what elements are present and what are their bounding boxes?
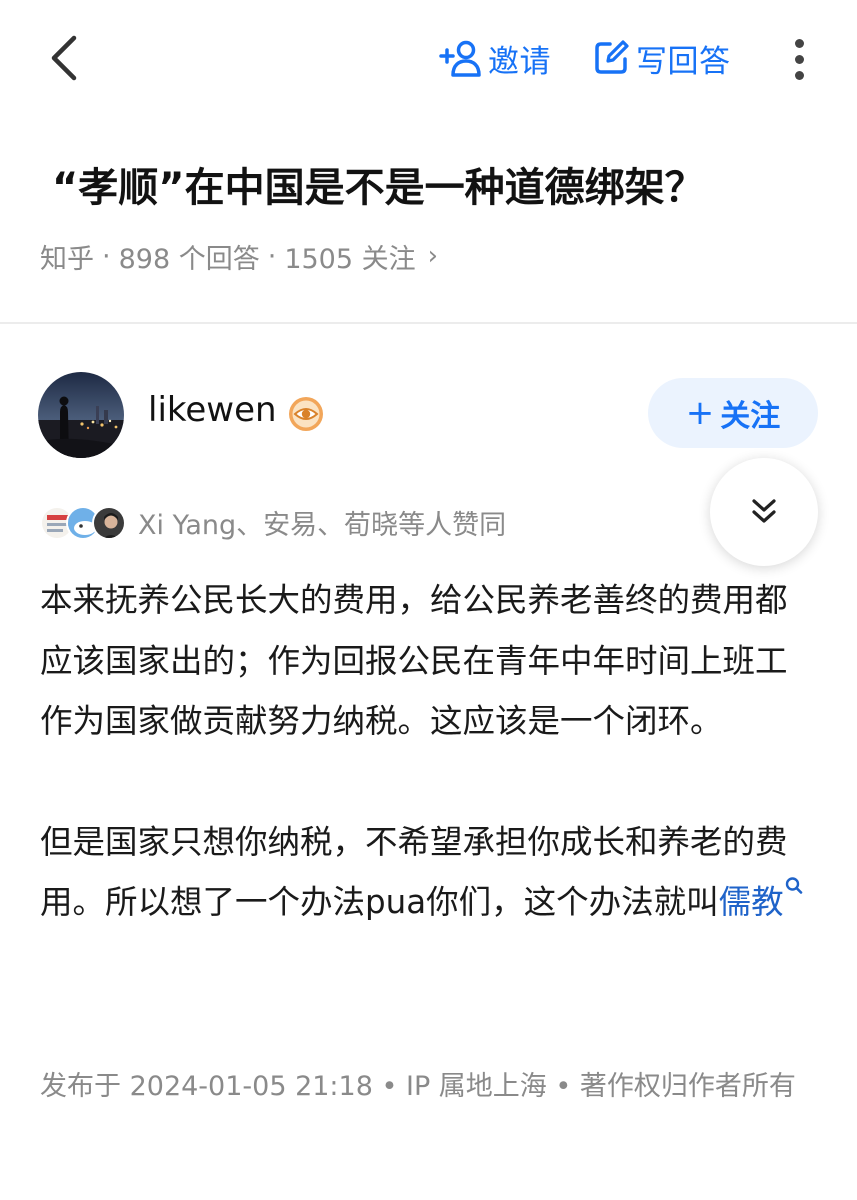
more-dot	[794, 70, 804, 80]
back-button[interactable]	[40, 30, 90, 86]
more-options-button[interactable]	[784, 34, 814, 84]
publish-info: 发布于 2024-01-05 21:18 • IP 属地上海 • 著作权归作者所…	[40, 1071, 796, 1102]
source-label: 知乎	[40, 243, 94, 275]
followers-count: 1505 关注	[284, 243, 416, 275]
voters-summary[interactable]: Xi Yang、安易、荀晓等人赞同	[40, 500, 506, 544]
voters-text: Xi Yang、安易、荀晓等人赞同	[138, 509, 507, 541]
meta-separator: ·	[267, 240, 277, 272]
question-meta[interactable]: 知乎 · 898 个回答 · 1505 关注 ›	[40, 236, 438, 276]
voter-avatars	[40, 502, 132, 542]
write-answer-label: 写回答	[636, 43, 731, 80]
add-user-icon	[439, 40, 481, 77]
more-dot	[794, 54, 804, 64]
eye-badge-icon	[289, 397, 323, 431]
answer-content: 本来抚养公民长大的费用，给公民养老善终的费用都应该国家出的；作为回报公民在青年中…	[40, 570, 810, 933]
question-title[interactable]: “孝顺”在中国是不是一种道德绑架？	[52, 158, 832, 218]
invite-button[interactable]: 邀请	[438, 36, 551, 80]
meta-separator: ·	[102, 240, 111, 272]
search-icon	[785, 877, 802, 894]
edit-icon	[595, 40, 629, 74]
keyword-link-text: 儒教	[718, 883, 784, 921]
invite-label: 邀请	[488, 43, 551, 80]
collapse-answer-button[interactable]	[710, 458, 818, 566]
voter-avatar	[92, 506, 126, 540]
avatar-image	[38, 372, 124, 458]
answer-paragraph: 本来抚养公民长大的费用，给公民养老善终的费用都应该国家出的；作为回报公民在青年中…	[40, 581, 788, 740]
write-answer-button[interactable]: 写回答	[592, 36, 731, 80]
answer-paragraph: 但是国家只想你纳税，不希望承担你成长和养老的费用。所以想了一个办法pua你们，这…	[40, 812, 810, 933]
double-chevron-down-icon	[752, 499, 776, 523]
chevron-left-icon	[51, 35, 77, 81]
author-name[interactable]: likewen	[148, 390, 277, 430]
keyword-search-link[interactable]: 儒教	[718, 877, 804, 921]
chevron-right-icon: ›	[427, 241, 439, 271]
answers-count: 898 个回答	[118, 243, 260, 275]
plus-icon: +	[685, 393, 715, 433]
author-avatar[interactable]	[38, 372, 124, 458]
section-divider	[0, 322, 857, 324]
answer-paragraph-text: 但是国家只想你纳税，不希望承担你成长和养老的费用。所以想了一个办法pua你们，这…	[40, 822, 788, 922]
top-navigation-bar: 邀请 写回答	[0, 0, 857, 118]
follow-label: 关注	[720, 399, 781, 434]
follow-button[interactable]: + 关注	[648, 378, 818, 448]
more-vertical-icon	[794, 38, 804, 48]
